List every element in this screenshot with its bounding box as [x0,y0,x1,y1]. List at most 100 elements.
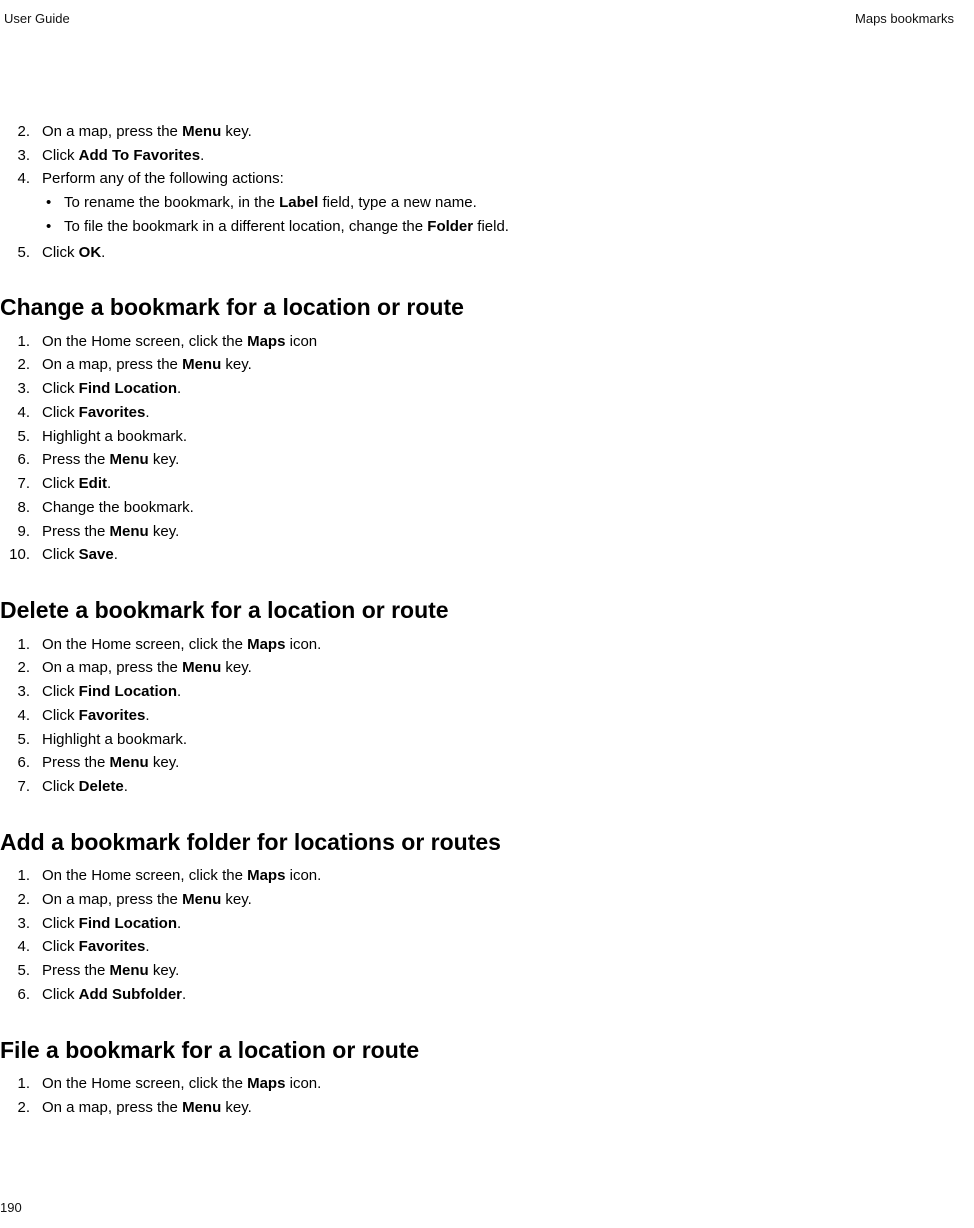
list-item: •To rename the bookmark, in the Label fi… [42,192,956,214]
step-number: 2. [0,354,42,376]
list-item: 4.Click Favorites. [0,402,956,424]
step-number: 9. [0,521,42,543]
list-item: 2.On a map, press the Menu key. [0,889,956,911]
step-body: Press the Menu key. [42,752,956,774]
step-body: On the Home screen, click the Maps icon. [42,634,956,656]
step-body: Click Delete. [42,776,956,798]
step-number: 7. [0,776,42,798]
step-body: Highlight a bookmark. [42,426,956,448]
substeps: •To rename the bookmark, in the Label fi… [42,192,956,238]
list-item: 10.Click Save. [0,544,956,566]
step-number: 3. [0,913,42,935]
step-body: On a map, press the Menu key. [42,1097,956,1119]
section-steps: 1.On the Home screen, click the Maps ico… [0,634,956,798]
step-number: 5. [0,242,42,264]
step-body: Press the Menu key. [42,521,956,543]
step-body: Press the Menu key. [42,449,956,471]
step-body: Click Edit. [42,473,956,495]
step-body: Press the Menu key. [42,960,956,982]
step-number: 4. [0,168,42,190]
step-body: On a map, press the Menu key. [42,657,956,679]
step-number: 8. [0,497,42,519]
list-item: 9.Press the Menu key. [0,521,956,543]
step-body: On the Home screen, click the Maps icon. [42,865,956,887]
list-item: 2.On a map, press the Menu key. [0,657,956,679]
step-number: 1. [0,1073,42,1095]
list-item: 3.Click Find Location. [0,681,956,703]
step-number: 6. [0,984,42,1006]
bullet-icon: • [42,216,64,238]
step-body: On the Home screen, click the Maps icon. [42,1073,956,1095]
list-item: 6.Press the Menu key. [0,752,956,774]
list-item: 1.On the Home screen, click the Maps ico… [0,634,956,656]
step-body: Click Find Location. [42,681,956,703]
list-item: 5.Press the Menu key. [0,960,956,982]
list-item: 5.Highlight a bookmark. [0,426,956,448]
section-steps: 1.On the Home screen, click the Maps ico… [0,331,956,567]
list-item: 3.Click Add To Favorites. [0,145,956,167]
list-item: 8.Change the bookmark. [0,497,956,519]
list-item: 6.Press the Menu key. [0,449,956,471]
step-number: 4. [0,936,42,958]
list-item: 7.Click Edit. [0,473,956,495]
section-steps: 1.On the Home screen, click the Maps ico… [0,865,956,1006]
header-right: Maps bookmarks [855,10,954,29]
intro-steps: 2.On a map, press the Menu key.3.Click A… [0,121,956,264]
list-item: 4.Click Favorites. [0,936,956,958]
list-item: 6.Click Add Subfolder. [0,984,956,1006]
step-body: Click Add Subfolder. [42,984,956,1006]
step-number: 5. [0,960,42,982]
section-title: Delete a bookmark for a location or rout… [0,594,956,627]
step-number: 2. [0,889,42,911]
step-body: Highlight a bookmark. [42,729,956,751]
section-steps: 1.On the Home screen, click the Maps ico… [0,1073,956,1119]
header-left: User Guide [4,10,70,29]
list-item: 2.On a map, press the Menu key. [0,354,956,376]
step-number: 2. [0,1097,42,1119]
list-item: 3.Click Find Location. [0,378,956,400]
step-number: 3. [0,145,42,167]
page-content: 2.On a map, press the Menu key.3.Click A… [0,29,956,1119]
step-body: On a map, press the Menu key. [42,354,956,376]
list-item: 4.Click Favorites. [0,705,956,727]
step-number: 1. [0,634,42,656]
page-number: 190 [0,1199,22,1218]
section-title: Change a bookmark for a location or rout… [0,291,956,324]
step-number: 2. [0,657,42,679]
substep-body: To file the bookmark in a different loca… [64,216,956,238]
list-item: 2.On a map, press the Menu key. [0,1097,956,1119]
step-body: Click OK. [42,242,956,264]
step-body: On a map, press the Menu key. [42,121,956,143]
list-item: 1.On the Home screen, click the Maps ico… [0,865,956,887]
list-item: 4.Perform any of the following actions:•… [0,168,956,239]
step-number: 4. [0,402,42,424]
list-item: 7.Click Delete. [0,776,956,798]
step-body: Click Find Location. [42,913,956,935]
step-number: 1. [0,331,42,353]
step-number: 7. [0,473,42,495]
list-item: 1.On the Home screen, click the Maps ico… [0,331,956,353]
list-item: 5.Highlight a bookmark. [0,729,956,751]
substep-body: To rename the bookmark, in the Label fie… [64,192,956,214]
page-header: User Guide Maps bookmarks [0,10,956,29]
step-number: 5. [0,729,42,751]
step-body: On the Home screen, click the Maps icon [42,331,956,353]
page: User Guide Maps bookmarks 2.On a map, pr… [0,0,974,1228]
bullet-icon: • [42,192,64,214]
step-number: 2. [0,121,42,143]
step-number: 3. [0,681,42,703]
step-body: Click Save. [42,544,956,566]
list-item: 1.On the Home screen, click the Maps ico… [0,1073,956,1095]
step-number: 6. [0,752,42,774]
sections-container: Change a bookmark for a location or rout… [0,291,956,1118]
step-number: 1. [0,865,42,887]
list-item: •To file the bookmark in a different loc… [42,216,956,238]
step-body: Click Favorites. [42,936,956,958]
step-number: 6. [0,449,42,471]
step-number: 10. [0,544,42,566]
step-body: On a map, press the Menu key. [42,889,956,911]
list-item: 2.On a map, press the Menu key. [0,121,956,143]
step-number: 4. [0,705,42,727]
step-number: 3. [0,378,42,400]
section-title: Add a bookmark folder for locations or r… [0,826,956,859]
